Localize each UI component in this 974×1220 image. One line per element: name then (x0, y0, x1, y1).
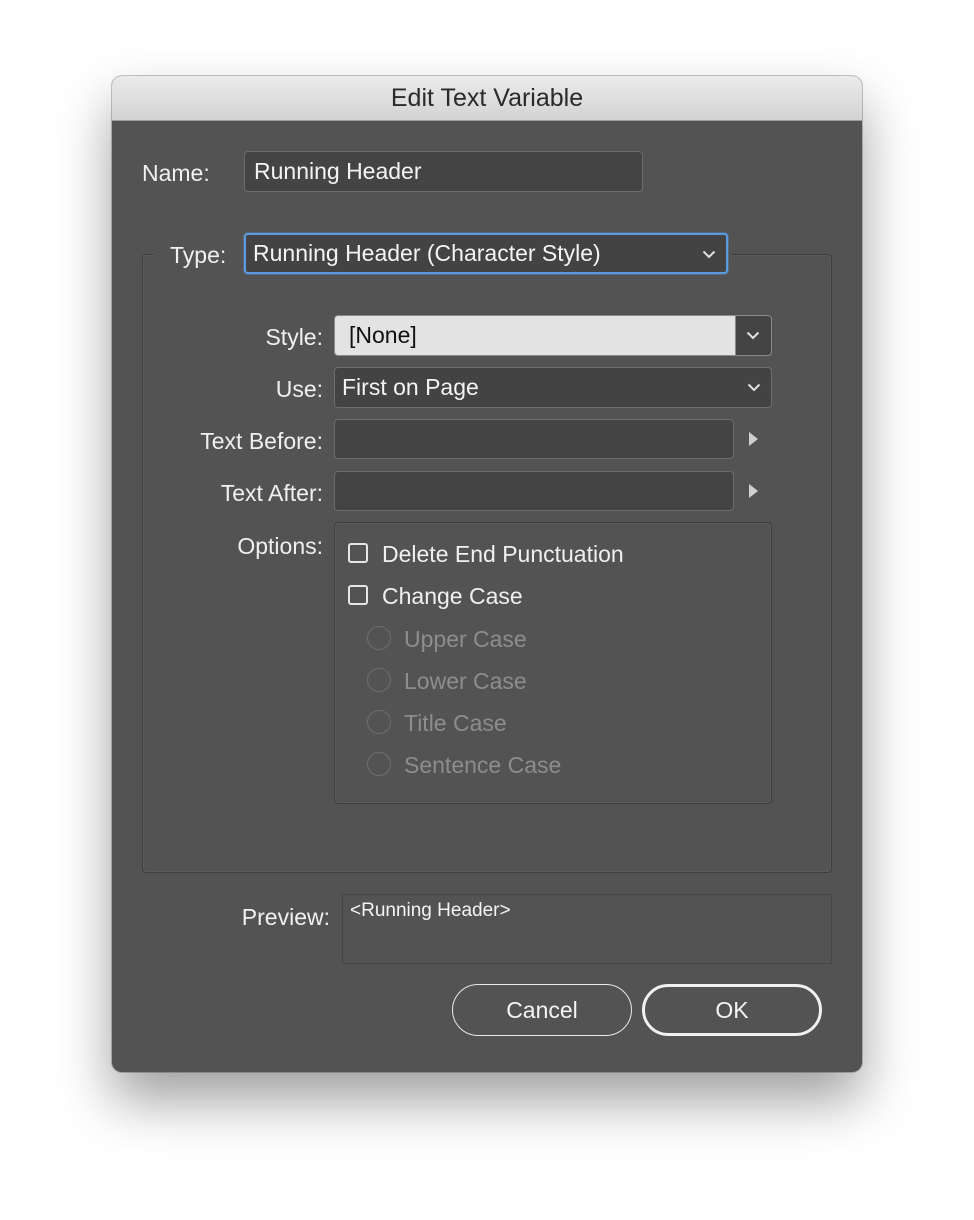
use-dropdown[interactable]: First on Page (334, 367, 772, 408)
lower-case-radio[interactable] (367, 668, 391, 692)
change-case-label[interactable]: Change Case (382, 582, 523, 610)
options-label: Options: (237, 533, 323, 559)
delete-end-punctuation-checkbox[interactable] (348, 543, 368, 563)
change-case-checkbox[interactable] (348, 585, 368, 605)
style-dropdown-button[interactable] (735, 315, 772, 356)
text-after-field[interactable] (334, 471, 734, 511)
name-value: Running Header (254, 158, 422, 184)
text-after-label: Text After: (220, 480, 323, 506)
name-label: Name: (142, 160, 210, 186)
type-label: Type: (170, 242, 227, 268)
upper-case-radio[interactable] (367, 626, 391, 650)
chevron-down-icon (747, 383, 761, 392)
preview-label: Preview: (241, 904, 330, 930)
style-combo-field[interactable]: [None] (334, 315, 736, 356)
text-before-flyout-icon[interactable] (749, 432, 758, 446)
style-label: Style: (265, 324, 323, 350)
lower-case-label: Lower Case (404, 668, 527, 694)
name-field[interactable]: Running Header (244, 151, 643, 192)
style-value: [None] (349, 322, 417, 348)
chevron-down-icon (746, 331, 760, 340)
type-value: Running Header (Character Style) (253, 240, 601, 266)
sentence-case-label: Sentence Case (404, 752, 562, 778)
use-value: First on Page (342, 374, 479, 400)
title-case-label: Title Case (404, 710, 507, 736)
dialog-title: Edit Text Variable (112, 76, 862, 121)
edit-text-variable-dialog: Edit Text Variable Name: Running Header … (112, 76, 862, 1072)
delete-end-punctuation-label[interactable]: Delete End Punctuation (382, 540, 624, 568)
use-label: Use: (275, 376, 323, 402)
text-before-label: Text Before: (200, 428, 323, 454)
text-after-flyout-icon[interactable] (749, 484, 758, 498)
type-dropdown[interactable]: Running Header (Character Style) (244, 233, 728, 274)
preview-value: <Running Header> (350, 900, 511, 921)
upper-case-label: Upper Case (404, 626, 527, 652)
title-case-radio[interactable] (367, 710, 391, 734)
sentence-case-radio[interactable] (367, 752, 391, 776)
chevron-down-icon (702, 250, 716, 259)
cancel-button[interactable]: Cancel (452, 984, 632, 1036)
text-before-field[interactable] (334, 419, 734, 459)
ok-button[interactable]: OK (642, 984, 822, 1036)
preview-box: <Running Header> (342, 894, 832, 964)
